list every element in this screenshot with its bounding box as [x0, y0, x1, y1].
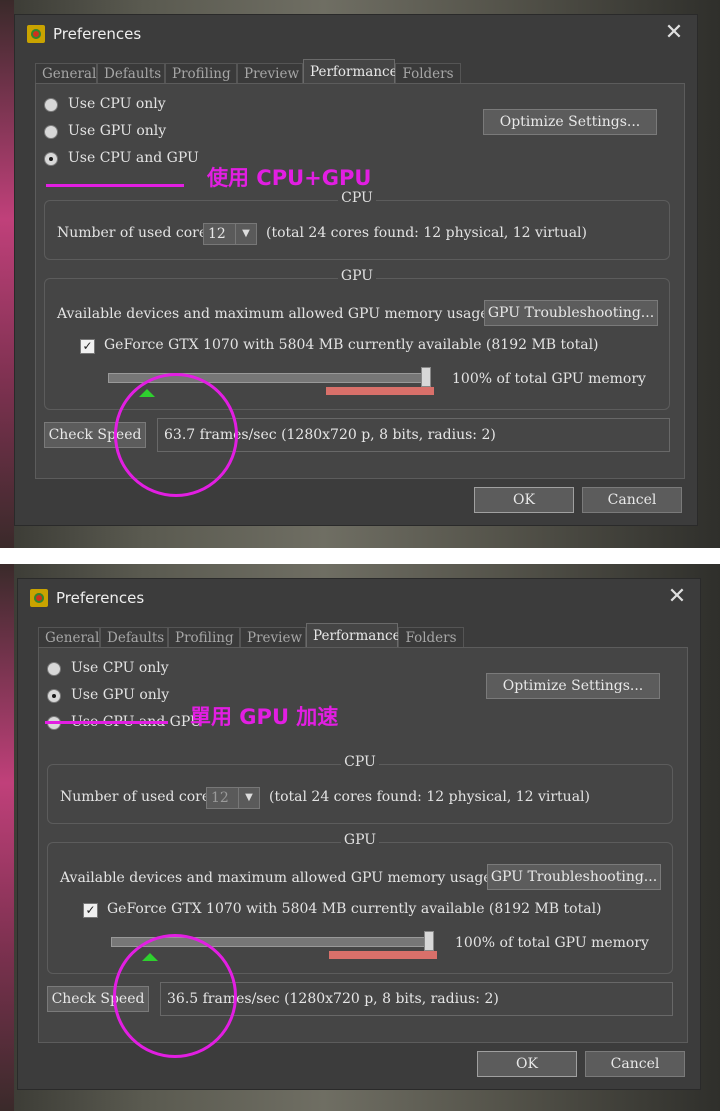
- cpu-group-title-wrap: CPU: [45, 190, 669, 206]
- radio-cpu-only-dot: [44, 98, 58, 112]
- cores-select[interactable]: 12 ▼: [206, 787, 260, 809]
- cores-label: Number of used cores:: [60, 789, 223, 805]
- optimize-settings-button[interactable]: Optimize Settings...: [483, 109, 657, 135]
- radio-cpu-only-label: Use CPU only: [71, 660, 169, 676]
- radio-cpu-only-label: Use CPU only: [68, 96, 166, 112]
- cores-select-value: 12: [208, 226, 226, 242]
- memory-percent-label: 100% of total GPU memory: [455, 935, 649, 951]
- tab-preview[interactable]: Preview: [240, 627, 306, 647]
- tab-folders[interactable]: Folders: [398, 627, 464, 647]
- gpu-device-label: GeForce GTX 1070 with 5804 MB currently …: [107, 901, 602, 917]
- gpu-device-checkbox[interactable]: ✓: [80, 339, 95, 354]
- chevron-down-icon: ▼: [238, 788, 259, 808]
- close-icon[interactable]: ✕: [661, 20, 687, 46]
- title-bar: Preferences ✕: [18, 579, 700, 619]
- tab-performance[interactable]: Performance: [303, 59, 398, 84]
- tab-folders[interactable]: Folders: [395, 63, 461, 83]
- close-icon[interactable]: ✕: [664, 584, 690, 610]
- gpu-troubleshooting-button[interactable]: GPU Troubleshooting...: [484, 300, 658, 326]
- gpu-available-memory-bar: [326, 387, 434, 395]
- cancel-button[interactable]: Cancel: [582, 487, 682, 513]
- annotation-circle: [114, 373, 238, 497]
- gpu-memory-slider-handle[interactable]: [424, 931, 434, 951]
- chevron-down-icon: ▼: [235, 224, 256, 244]
- tab-general[interactable]: General: [38, 627, 100, 647]
- speed-result-field: 36.5 frames/sec (1280x720 p, 8 bits, rad…: [160, 982, 673, 1016]
- cores-info: (total 24 cores found: 12 physical, 12 v…: [266, 225, 587, 241]
- gpu-available-memory-bar: [329, 951, 437, 959]
- tab-defaults[interactable]: Defaults: [97, 63, 165, 83]
- cpu-group-title-wrap: CPU: [48, 754, 672, 770]
- gpu-group-title-wrap: GPU: [45, 268, 669, 284]
- cpu-group-title: CPU: [338, 190, 376, 206]
- devices-label: Available devices and maximum allowed GP…: [60, 870, 497, 886]
- radio-cpu-and-gpu-dot: [44, 152, 58, 166]
- gpu-group-title: GPU: [337, 268, 377, 284]
- radio-gpu-only-dot: [47, 689, 61, 703]
- app-flower-icon: [27, 25, 45, 43]
- background-photo-edge: [0, 564, 14, 1111]
- tab-preview[interactable]: Preview: [237, 63, 303, 83]
- radio-gpu-only-label: Use GPU only: [71, 687, 170, 703]
- cores-select[interactable]: 12 ▼: [203, 223, 257, 245]
- gpu-device-checkbox[interactable]: ✓: [83, 903, 98, 918]
- gpu-memory-slider-handle[interactable]: [421, 367, 431, 387]
- tab-general[interactable]: General: [35, 63, 97, 83]
- dialog-title: Preferences: [53, 25, 142, 43]
- cpu-group: CPU Number of used cores: 12 ▼ (total 24…: [44, 190, 670, 260]
- app-flower-icon: [30, 589, 48, 607]
- tab-performance[interactable]: Performance: [306, 623, 401, 648]
- radio-gpu-only-dot: [44, 125, 58, 139]
- tab-profiling[interactable]: Profiling: [165, 63, 237, 83]
- gpu-group-title-wrap: GPU: [48, 832, 672, 848]
- optimize-settings-button[interactable]: Optimize Settings...: [486, 673, 660, 699]
- gpu-device-label: GeForce GTX 1070 with 5804 MB currently …: [104, 337, 599, 353]
- annotation-underline: [46, 184, 184, 187]
- gpu-troubleshooting-button[interactable]: GPU Troubleshooting...: [487, 864, 661, 890]
- gpu-group-title: GPU: [340, 832, 380, 848]
- ok-button[interactable]: OK: [477, 1051, 577, 1077]
- cores-select-value: 12: [211, 790, 229, 806]
- annotation-underline: [45, 721, 168, 724]
- background-photo-edge: [0, 0, 14, 548]
- cores-label: Number of used cores:: [57, 225, 220, 241]
- cores-info: (total 24 cores found: 12 physical, 12 v…: [269, 789, 590, 805]
- radio-gpu-only-label: Use GPU only: [68, 123, 167, 139]
- tab-defaults[interactable]: Defaults: [100, 627, 168, 647]
- radio-cpu-only-dot: [47, 662, 61, 676]
- dialog-title: Preferences: [56, 589, 145, 607]
- cpu-group: CPU Number of used cores: 12 ▼ (total 24…: [47, 754, 673, 824]
- memory-percent-label: 100% of total GPU memory: [452, 371, 646, 387]
- devices-label: Available devices and maximum allowed GP…: [57, 306, 494, 322]
- cancel-button[interactable]: Cancel: [585, 1051, 685, 1077]
- ok-button[interactable]: OK: [474, 487, 574, 513]
- cpu-group-title: CPU: [341, 754, 379, 770]
- tab-profiling[interactable]: Profiling: [168, 627, 240, 647]
- title-bar: Preferences ✕: [15, 15, 697, 55]
- radio-cpu-and-gpu-label: Use CPU and GPU: [68, 150, 199, 166]
- annotation-label: 單用 GPU 加速: [190, 705, 339, 729]
- annotation-label: 使用 CPU+GPU: [207, 166, 372, 190]
- annotation-circle: [113, 934, 237, 1058]
